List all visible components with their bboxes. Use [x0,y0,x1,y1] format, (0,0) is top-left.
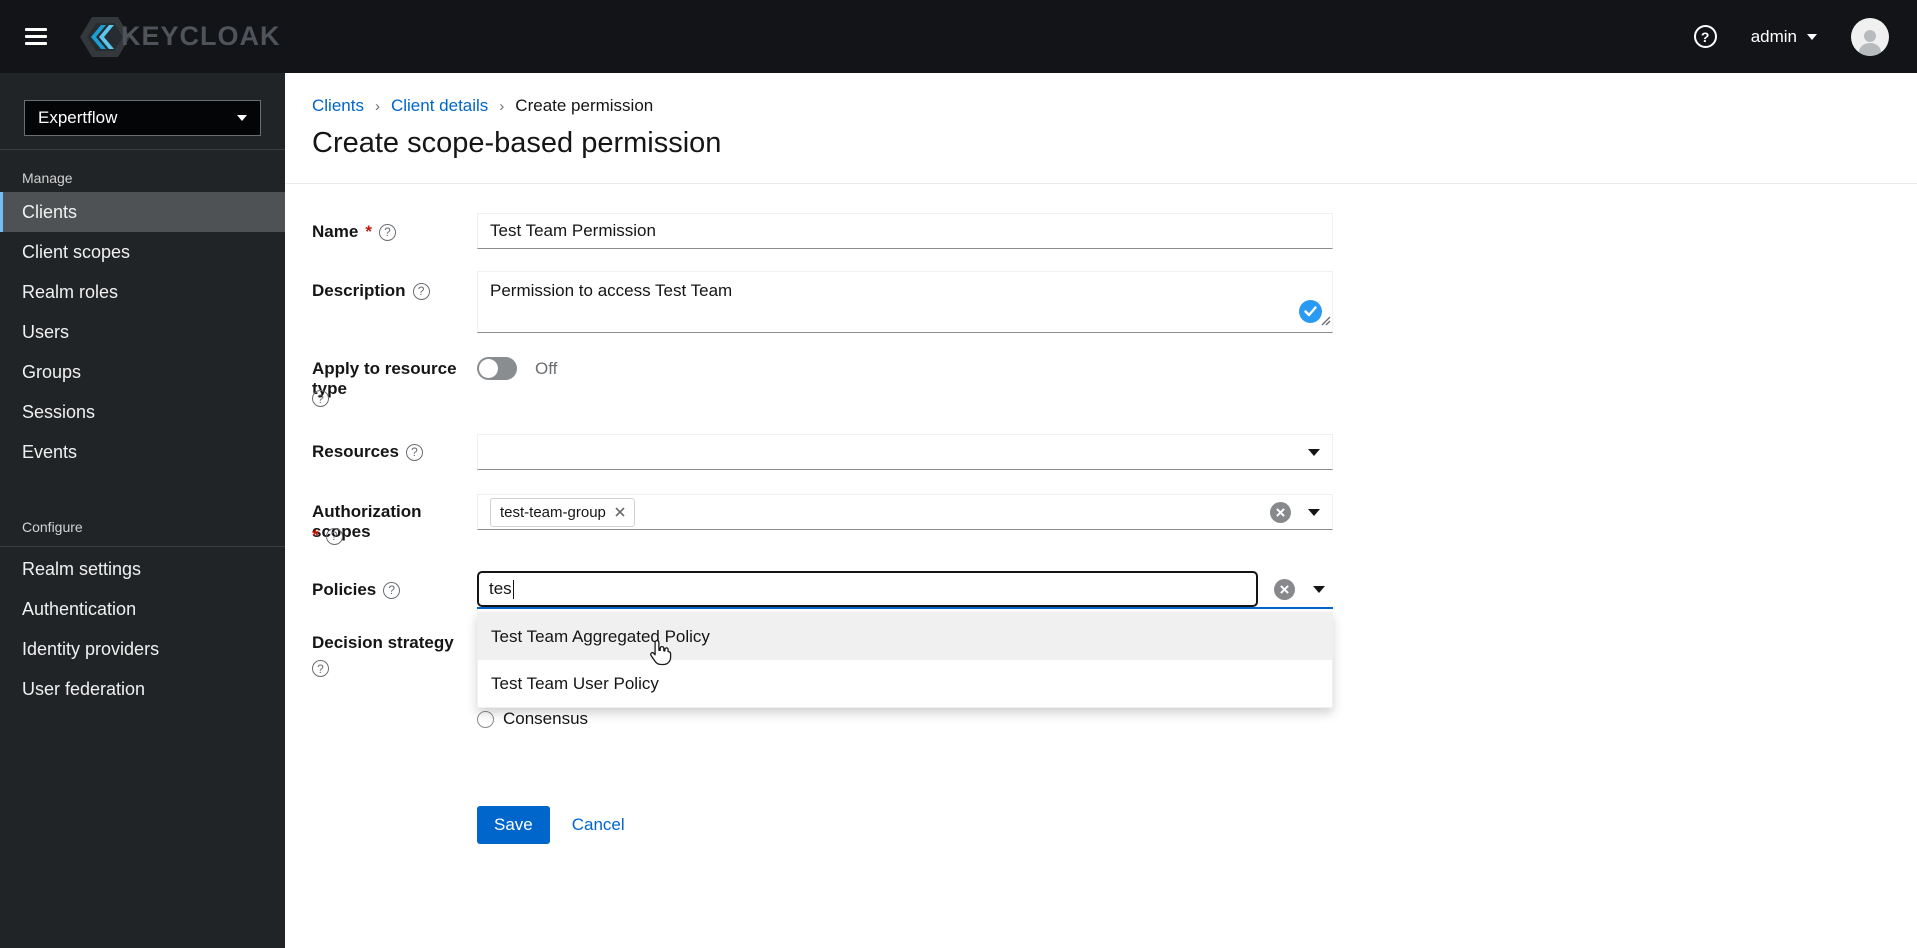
chevron-down-icon[interactable] [1313,585,1325,593]
breadcrumb-current: Create permission [515,96,654,115]
sidebar-item-realm-roles[interactable]: Realm roles [0,272,285,312]
policies-label: Policies [312,580,377,599]
avatar[interactable] [1851,17,1889,56]
description-help-icon[interactable]: ? [412,282,430,300]
dropdown-option-aggregated-policy[interactable]: Test Team Aggregated Policy [478,613,1332,660]
breadcrumb-separator: › [499,97,505,115]
sidebar-nav: Manage Clients Client scopes Realm roles… [0,149,285,709]
chip-remove-icon[interactable] [615,507,625,517]
sidebar-divider [0,546,285,547]
auth-scopes-multiselect[interactable]: test-team-group [477,494,1333,530]
policies-dropdown-menu: Test Team Aggregated Policy Test Team Us… [477,612,1333,708]
resources-help-icon[interactable]: ? [405,443,423,461]
breadcrumb-client-details[interactable]: Client details [391,96,488,116]
name-help-icon[interactable]: ? [378,223,396,241]
breadcrumb-separator: › [374,97,380,115]
main-content: Clients › Client details › Create permis… [285,73,1917,948]
consensus-radio-label: Consensus [503,709,589,728]
sidebar-item-authentication[interactable]: Authentication [0,589,285,629]
save-button[interactable]: Save [477,806,550,844]
realm-selector[interactable]: Expertflow [24,100,261,136]
sidebar-item-groups[interactable]: Groups [0,352,285,392]
keycloak-logo: KEYCLOAK [79,11,281,63]
permission-form: Name * ? Test Team Permission Descriptio… [312,213,1342,873]
sidebar-item-sessions[interactable]: Sessions [0,392,285,432]
realm-selector-value: Expertflow [38,108,118,127]
policies-label-row: Policies ? [312,580,474,600]
description-label: Description [312,281,406,300]
name-input[interactable]: Test Team Permission [477,213,1333,249]
user-menu[interactable]: admin [1751,27,1817,47]
person-icon [1859,29,1881,56]
sidebar-item-events[interactable]: Events [0,432,285,472]
text-caret [512,579,514,599]
sidebar-item-client-scopes[interactable]: Client scopes [0,232,285,272]
nav-section-configure: Configure [22,519,83,535]
sidebar-item-clients[interactable]: Clients [0,192,285,232]
required-marker: * [312,526,319,545]
chevron-down-icon [237,115,247,121]
consensus-radio[interactable] [477,710,494,728]
brand-text: KEYCLOAK [121,21,281,51]
resources-select[interactable] [477,434,1333,470]
decision-strategy-option-consensus: Consensus [477,709,588,729]
clear-selection-icon[interactable] [1274,578,1295,600]
name-input-value: Test Team Permission [490,221,656,240]
apply-resource-toggle-state: Off [535,359,558,378]
resources-label: Resources [312,442,399,461]
scope-chip: test-team-group [490,497,635,527]
description-textarea[interactable]: Permission to access Test Team [477,271,1333,333]
required-marker: * [365,222,372,241]
hamburger-menu-icon[interactable] [25,24,47,49]
scope-chip-label: test-team-group [500,503,606,521]
apply-resource-help-icon[interactable]: ? [312,390,329,407]
chevron-down-icon [1308,508,1320,516]
policies-input[interactable]: tes [477,571,1258,607]
resources-label-row: Resources ? [312,442,474,462]
sidebar-item-users[interactable]: Users [0,312,285,352]
dropdown-option-user-policy[interactable]: Test Team User Policy [478,660,1332,707]
policies-help-icon[interactable]: ? [383,581,401,599]
nav-section-manage: Manage [22,170,73,186]
name-label: Name [312,222,359,241]
auth-scopes-required-row: * ? [312,526,474,546]
decision-strategy-label: Decision strategy [312,633,454,652]
policies-typeahead-group: tes [477,571,1333,609]
sidebar-item-user-federation[interactable]: User federation [0,669,285,709]
sidebar-item-realm-settings[interactable]: Realm settings [0,549,285,589]
breadcrumb: Clients › Client details › Create permis… [312,96,653,116]
auth-scopes-help-icon[interactable]: ? [325,527,343,545]
decision-strategy-help-icon[interactable]: ? [312,660,329,677]
app-header: KEYCLOAK ? admin [0,0,1917,73]
chevron-down-icon [1807,33,1817,40]
name-label-row: Name * ? [312,222,474,242]
policies-input-value: tes [489,579,512,598]
sidebar: Expertflow Manage Clients Client scopes … [0,73,285,948]
apply-resource-toggle[interactable] [477,357,517,380]
page-title: Create scope-based permission [312,127,722,159]
apply-resource-help-row: ? [312,390,474,407]
resize-handle-icon[interactable] [1319,311,1331,331]
username-label: admin [1750,26,1797,46]
sidebar-item-identity-providers[interactable]: Identity providers [0,629,285,669]
breadcrumb-clients[interactable]: Clients [312,96,364,116]
form-actions: Save Cancel [477,806,631,844]
description-value: Permission to access Test Team [490,281,733,300]
chevron-down-icon [1308,448,1320,456]
decision-strategy-label-row: Decision strategy ? [312,633,474,677]
help-icon[interactable]: ? [1693,25,1717,48]
cancel-button[interactable]: Cancel [566,815,631,835]
description-label-row: Description ? [312,281,474,301]
clear-selection-icon[interactable] [1270,501,1291,523]
section-divider [285,183,1917,184]
